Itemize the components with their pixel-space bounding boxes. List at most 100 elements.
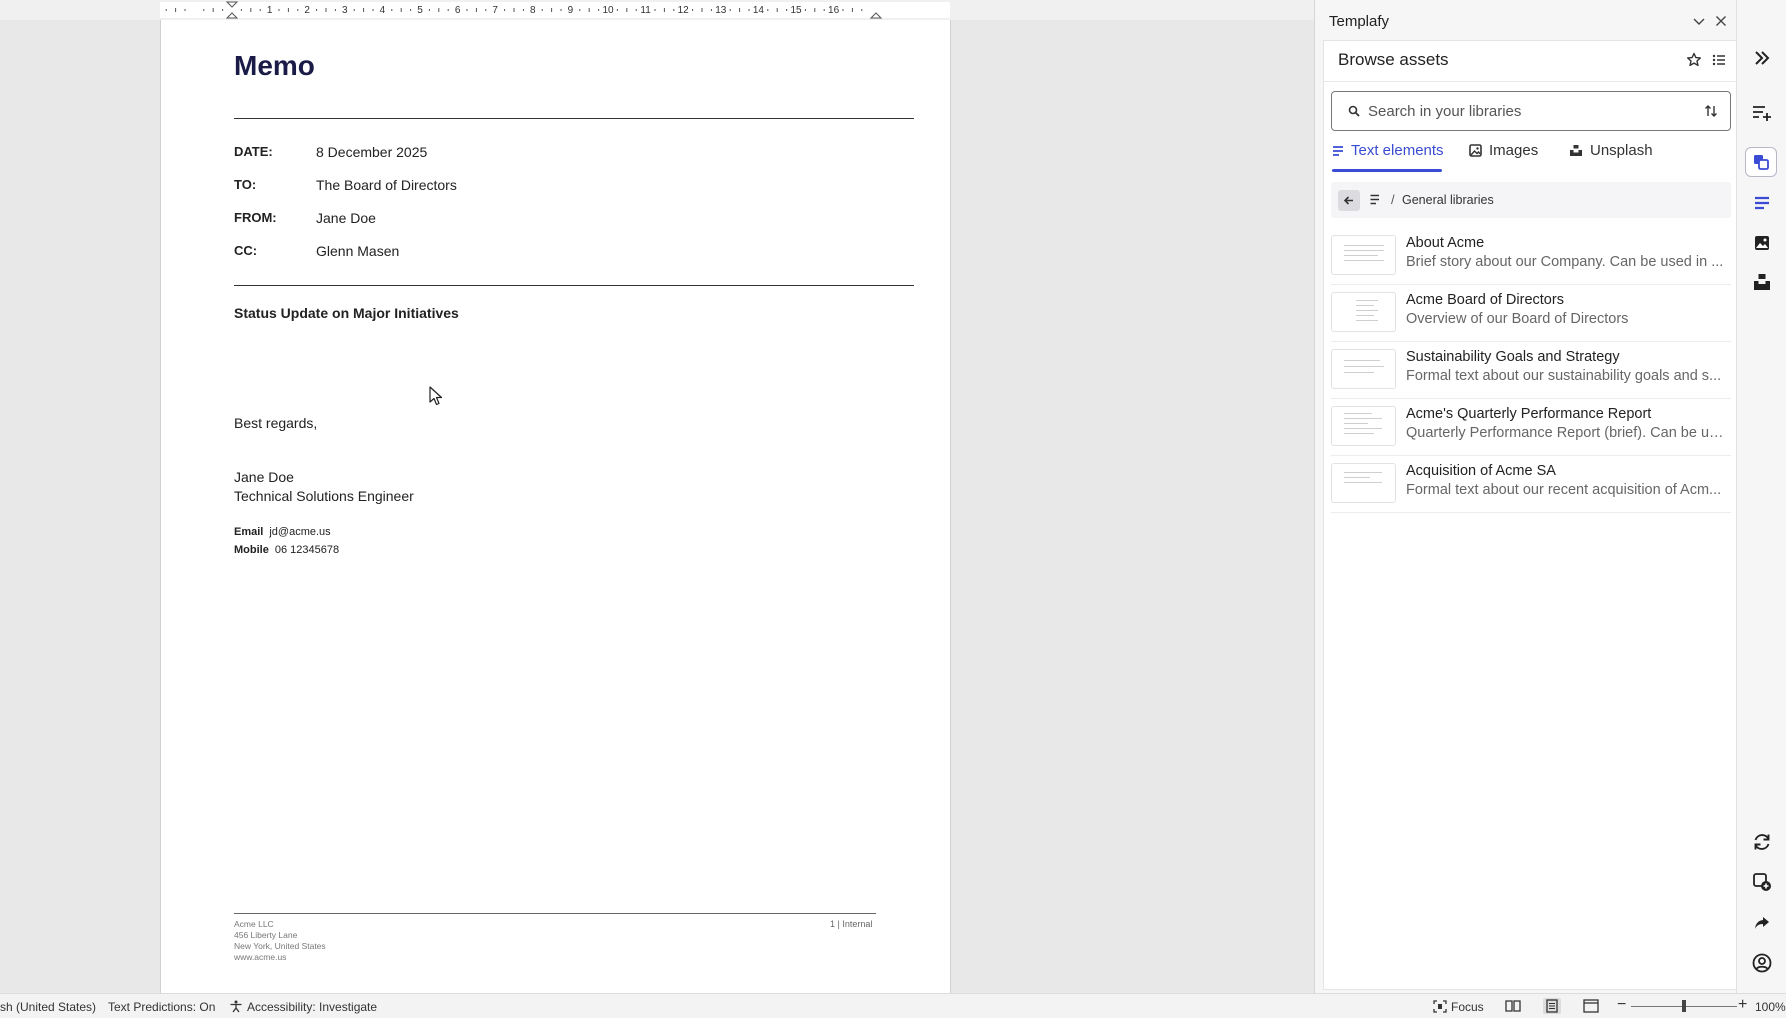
ruler-number: 6 <box>455 5 461 16</box>
zoom-in-button[interactable]: + <box>1738 996 1747 1014</box>
ruler-number: 15 <box>790 5 802 16</box>
unsplash-icon <box>1570 145 1582 156</box>
signer-title[interactable]: Technical Solutions Engineer <box>234 488 414 504</box>
memo-title[interactable]: Memo <box>234 50 315 82</box>
document-page[interactable]: Memo DATE: 8 December 2025 TO: The Board… <box>160 20 951 993</box>
text-lines-icon[interactable] <box>1750 192 1774 216</box>
to-value[interactable]: The Board of Directors <box>316 177 457 193</box>
active-tab-indicator <box>1332 169 1442 172</box>
indent-marker[interactable] <box>869 12 883 19</box>
add-copy-icon[interactable] <box>1750 870 1774 894</box>
browse-assets-panel: Browse assets Text elements Images <box>1323 40 1738 990</box>
account-icon[interactable] <box>1750 951 1774 975</box>
accessibility-label: Accessibility: Investigate <box>247 1000 378 1014</box>
asset-title: Acquisition of Acme SA <box>1406 463 1556 479</box>
date-label: DATE: <box>234 144 273 159</box>
ruler-number: 7 <box>492 5 498 16</box>
mobile-line[interactable]: Mobile 06 12345678 <box>234 544 339 556</box>
asset-item[interactable]: Sustainability Goals and Strategy Formal… <box>1331 347 1731 399</box>
templafy-pane: Templafy Browse assets T <box>1314 0 1738 993</box>
sort-icon[interactable] <box>1704 104 1718 118</box>
chevron-down-icon[interactable] <box>1691 13 1707 29</box>
document-canvas[interactable]: Memo DATE: 8 December 2025 TO: The Board… <box>0 20 1314 993</box>
search-box[interactable] <box>1331 91 1731 131</box>
footer-address[interactable]: Acme LLC 456 Liberty Lane New York, Unit… <box>234 919 326 963</box>
panel-divider <box>1324 81 1738 82</box>
asset-description: Overview of our Board of Directors <box>1406 311 1629 327</box>
star-icon[interactable] <box>1685 51 1703 69</box>
unsplash-icon[interactable] <box>1750 270 1774 294</box>
accessibility-status[interactable]: Accessibility: Investigate <box>229 1000 377 1014</box>
asset-item[interactable]: Acme Board of Directors Overview of our … <box>1331 290 1731 342</box>
share-icon[interactable] <box>1750 911 1774 935</box>
ruler-number: 8 <box>530 5 536 16</box>
breadcrumb-general-libraries[interactable]: General libraries <box>1402 193 1494 207</box>
pane-title: Templafy <box>1329 13 1390 30</box>
status-bar: sh (United States) Text Predictions: On … <box>0 993 1786 1018</box>
ruler-number: 10 <box>602 5 614 16</box>
image-icon[interactable] <box>1750 231 1774 255</box>
assets-icon <box>1754 155 1769 170</box>
ruler-number: 1 <box>267 5 273 16</box>
arrow-left-icon <box>1343 196 1353 205</box>
indent-marker[interactable] <box>225 12 239 19</box>
breadcrumb-separator: / <box>1391 192 1395 207</box>
double-chevron-right-icon[interactable] <box>1750 46 1774 70</box>
ruler-number: 5 <box>417 5 423 16</box>
ruler-number: 13 <box>715 5 727 16</box>
back-button[interactable] <box>1338 190 1360 211</box>
asset-divider <box>1331 398 1731 399</box>
signer-name[interactable]: Jane Doe <box>234 469 294 485</box>
indent-marker[interactable] <box>225 1 239 8</box>
email-line[interactable]: Email jd@acme.us <box>234 526 331 538</box>
focus-button[interactable]: Focus <box>1433 1000 1484 1014</box>
mobile-value[interactable]: 06 12345678 <box>275 544 339 556</box>
tab-label: Images <box>1489 142 1539 159</box>
to-label: TO: <box>234 177 257 192</box>
tab-unsplash[interactable]: Unsplash <box>1569 142 1653 172</box>
email-label: Email <box>234 526 264 538</box>
fields-rule <box>234 285 914 286</box>
zoom-out-button[interactable]: − <box>1617 996 1626 1014</box>
asset-item[interactable]: About Acme Brief story about our Company… <box>1331 233 1731 285</box>
print-layout-icon[interactable] <box>1543 998 1561 1014</box>
tab-text-elements[interactable]: Text elements <box>1332 142 1444 172</box>
zoom-slider-thumb[interactable] <box>1682 1000 1686 1012</box>
web-layout-icon[interactable] <box>1582 998 1600 1014</box>
asset-title: Acme Board of Directors <box>1406 292 1564 308</box>
from-value[interactable]: Jane Doe <box>316 210 376 226</box>
footer-city: New York, United States <box>234 941 326 951</box>
ruler-number: 2 <box>304 5 310 16</box>
list-view-icon[interactable] <box>1710 51 1728 69</box>
ruler-number: 11 <box>640 5 651 16</box>
cc-label: CC: <box>234 243 258 258</box>
asset-item[interactable]: Acme's Quarterly Performance Report Quar… <box>1331 404 1731 456</box>
breadcrumb: / General libraries <box>1331 182 1731 218</box>
ruler-number: 14 <box>753 5 765 16</box>
close-icon[interactable] <box>1713 13 1729 29</box>
asset-item[interactable]: Acquisition of Acme SA Formal text about… <box>1331 461 1731 513</box>
browse-assets-button[interactable] <box>1745 147 1777 177</box>
header-rule <box>234 118 914 119</box>
read-mode-icon[interactable] <box>1504 998 1522 1014</box>
tab-images[interactable]: Images <box>1469 142 1538 172</box>
ruler-number: 12 <box>678 5 690 16</box>
asset-thumbnail <box>1331 235 1396 275</box>
date-value[interactable]: 8 December 2025 <box>316 144 427 160</box>
insert-text-icon[interactable] <box>1750 101 1774 125</box>
cc-value[interactable]: Glenn Masen <box>316 243 399 259</box>
refresh-icon[interactable] <box>1750 830 1774 854</box>
language-status[interactable]: sh (United States) <box>0 1000 96 1014</box>
ruler-ticks: 1 2 3 4 5 6 7 8 9 10 11 12 13 14 15 16 <box>165 1 883 19</box>
text-lines-icon <box>1333 146 1343 156</box>
zoom-level[interactable]: 100% <box>1755 1000 1786 1014</box>
horizontal-ruler[interactable]: 1 2 3 4 5 6 7 8 9 10 11 12 13 14 15 16 <box>0 0 1314 20</box>
asset-title: Acme's Quarterly Performance Report <box>1406 406 1652 422</box>
search-input[interactable] <box>1368 100 1688 122</box>
text-lines-icon <box>1370 194 1379 205</box>
memo-subject[interactable]: Status Update on Major Initiatives <box>234 305 459 321</box>
closing-text[interactable]: Best regards, <box>234 415 317 431</box>
email-value[interactable]: jd@acme.us <box>269 526 330 538</box>
ruler-number: 4 <box>380 5 386 16</box>
text-predictions-status[interactable]: Text Predictions: On <box>108 1000 215 1014</box>
